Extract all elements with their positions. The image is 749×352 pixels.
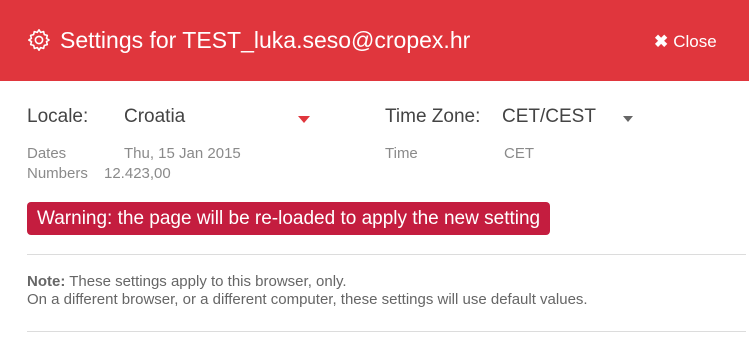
timezone-value: CET/CEST [502, 106, 596, 127]
close-button[interactable]: ✖ Close [654, 31, 717, 53]
divider [27, 254, 746, 255]
time-value: CET [504, 145, 534, 162]
numbers-value: 12.423,00 [104, 165, 171, 182]
timezone-select[interactable]: CET/CEST [502, 104, 637, 130]
gear-icon [28, 29, 50, 51]
note-label: Note: [27, 273, 66, 290]
numbers-label: Numbers [27, 165, 88, 182]
locale-value: Croatia [124, 106, 186, 127]
timezone-label: Time Zone: [385, 106, 481, 127]
locale-select[interactable]: Croatia [122, 104, 312, 130]
reload-warning: Warning: the page will be re-loaded to a… [27, 202, 551, 235]
note-line-1: These settings apply to this browser, on… [69, 273, 347, 290]
note-line-2: On a different browser, or a different c… [27, 291, 588, 308]
locale-label: Locale: [27, 106, 89, 127]
divider [27, 331, 746, 332]
timezone-dropdown-icon[interactable] [623, 116, 633, 122]
time-label: Time [385, 145, 418, 162]
dates-label: Dates [27, 145, 67, 162]
dates-value: Thu, 15 Jan 2015 [124, 145, 241, 162]
settings-header: Settings for TEST_luka.seso@cropex.hr ✖ … [0, 0, 749, 81]
settings-note: Note: These settings apply to this brows… [27, 273, 588, 309]
locale-dropdown-icon[interactable] [298, 116, 310, 123]
close-label: Close [673, 32, 717, 51]
close-icon: ✖ [654, 32, 669, 51]
settings-title: Settings for TEST_luka.seso@cropex.hr [60, 27, 471, 53]
